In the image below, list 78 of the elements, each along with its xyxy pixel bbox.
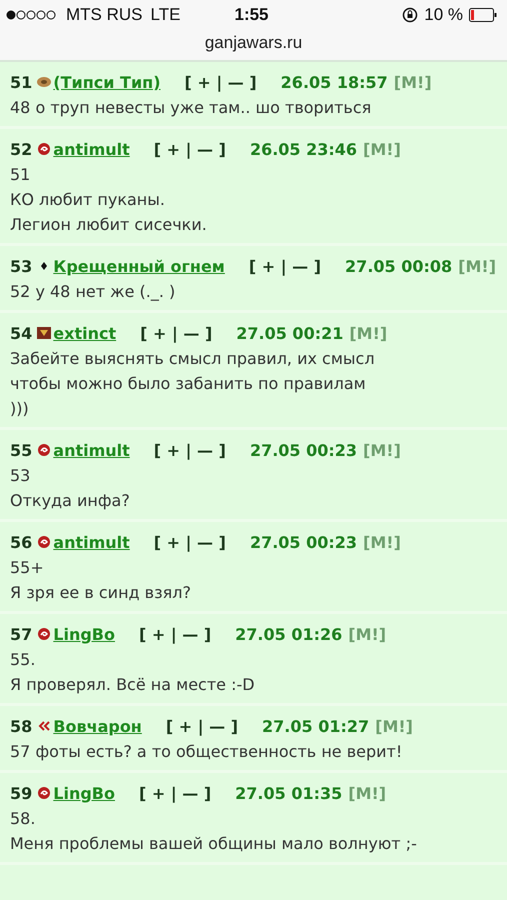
post-text: 51 bbox=[10, 164, 32, 186]
post-text: 48 о труп невесты уже там.. шо твориться bbox=[10, 97, 372, 119]
signal-icon bbox=[6, 10, 58, 20]
chevron-icon bbox=[36, 719, 52, 733]
battery-icon bbox=[469, 8, 497, 22]
battery-percent: 10 % bbox=[424, 5, 463, 25]
post-date: 27.05 00:23 bbox=[250, 533, 358, 552]
author-link[interactable]: (Типси Тип) bbox=[53, 73, 161, 92]
post-date: 27.05 00:21 bbox=[236, 324, 344, 343]
post-text: Забейте выяснять смысл правил, их смысл bbox=[10, 348, 376, 370]
moderate-link[interactable]: [M!] bbox=[394, 73, 432, 92]
swirl-icon bbox=[36, 142, 52, 156]
vote-controls[interactable]: [ + | — ] bbox=[154, 533, 226, 552]
author-link[interactable]: antimult bbox=[53, 140, 130, 159]
moderate-link[interactable]: [M!] bbox=[458, 257, 496, 276]
post-number: 53 bbox=[10, 257, 32, 276]
swirl-icon bbox=[36, 443, 52, 457]
network-type: LTE bbox=[150, 5, 180, 25]
post-text: ))) bbox=[10, 398, 30, 420]
post-text: Откуда инфа? bbox=[10, 490, 131, 512]
post-text: 58. bbox=[10, 808, 36, 830]
post-text: чтобы можно было забанить по правилам bbox=[10, 373, 367, 395]
vote-controls[interactable]: [ + | — ] bbox=[248, 257, 322, 276]
carrier-name: MTS RUS bbox=[66, 5, 142, 25]
post-text: Меня проблемы вашей общины мало волнуют ;- bbox=[10, 833, 418, 855]
vote-controls[interactable]: [ + | — ] bbox=[140, 324, 212, 343]
mug-icon bbox=[36, 75, 52, 89]
author-link[interactable]: Вовчарон bbox=[53, 717, 142, 736]
author-link[interactable]: Крещенный огнем bbox=[53, 257, 225, 276]
post-text: 55. bbox=[10, 649, 36, 671]
vote-controls[interactable]: [ + | — ] bbox=[138, 784, 212, 803]
clock: 1:55 bbox=[234, 5, 269, 25]
moderate-link[interactable]: [M!] bbox=[363, 140, 401, 159]
vote-controls[interactable]: [ + | — ] bbox=[166, 717, 238, 736]
post-number: 58 bbox=[10, 717, 32, 736]
post-number: 54 bbox=[10, 324, 32, 343]
post-date: 27.05 00:08 bbox=[345, 257, 452, 276]
author-link[interactable]: extinct bbox=[53, 324, 116, 343]
post-number: 55 bbox=[10, 441, 32, 460]
post-number: 51 bbox=[10, 73, 32, 92]
post-number: 56 bbox=[10, 533, 32, 552]
post-date: 26.05 18:57 bbox=[280, 73, 388, 92]
post-text: Я проверял. Всё на месте :-D bbox=[10, 674, 256, 696]
post-date: 27.05 01:27 bbox=[262, 717, 370, 736]
moderate-link[interactable]: [M!] bbox=[375, 717, 413, 736]
post-date: 27.05 01:35 bbox=[235, 784, 342, 803]
post-text: Я зря ее в синд взял? bbox=[10, 582, 192, 604]
moderate-link[interactable]: [M!] bbox=[363, 441, 401, 460]
swirl-icon bbox=[36, 786, 52, 800]
vote-controls[interactable]: [ + | — ] bbox=[184, 73, 257, 92]
author-link[interactable]: antimult bbox=[53, 441, 130, 460]
post-number: 52 bbox=[10, 140, 32, 159]
swirl-icon bbox=[36, 535, 52, 549]
moderate-link[interactable]: [M!] bbox=[348, 625, 386, 644]
vote-controls[interactable]: [ + | — ] bbox=[154, 140, 226, 159]
post-text: 57 фоты есть? а то общественность не верит! bbox=[10, 741, 404, 763]
author-link[interactable]: antimult bbox=[53, 533, 130, 552]
post-date: 27.05 01:26 bbox=[235, 625, 342, 644]
author-link[interactable]: LingBo bbox=[53, 625, 115, 644]
vote-controls[interactable]: [ + | — ] bbox=[138, 625, 212, 644]
swirl-icon bbox=[36, 627, 52, 641]
post-text: 53 bbox=[10, 465, 32, 487]
post-number: 59 bbox=[10, 784, 32, 803]
post-text: Легион любит сисечки. bbox=[10, 214, 208, 236]
post-text: 55+ bbox=[10, 557, 45, 579]
author-link[interactable]: LingBo bbox=[53, 784, 115, 803]
moderate-link[interactable]: [M!] bbox=[348, 784, 386, 803]
address-bar[interactable]: ganjawars.ru bbox=[0, 30, 507, 56]
post-date: 26.05 23:46 bbox=[250, 140, 358, 159]
post-text: КО любит пуканы. bbox=[10, 189, 166, 211]
rotation-lock-icon bbox=[402, 7, 418, 23]
post-date: 27.05 00:23 bbox=[250, 441, 358, 460]
post-text: 52 у 48 нет же (._. ) bbox=[10, 281, 176, 303]
moderate-link[interactable]: [M!] bbox=[349, 324, 388, 343]
moderate-link[interactable]: [M!] bbox=[363, 533, 401, 552]
vote-controls[interactable]: [ + | — ] bbox=[154, 441, 226, 460]
post-number: 57 bbox=[10, 625, 32, 644]
crest-icon bbox=[36, 326, 52, 340]
